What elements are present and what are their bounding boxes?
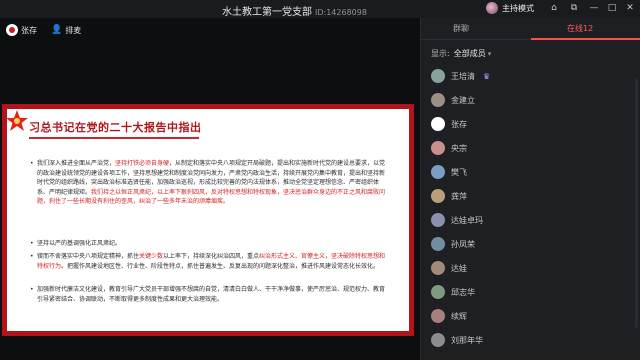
member-panel: 群聊 在线12 显示: 全部成员 ▾ 王培清 ♛ 金建立张存央宗樊飞龚萍达娃卓玛孙凤荣达…	[420, 18, 640, 360]
slide-paragraph: • 我们深入推进全面从严治党，坚持打铁必须自身硬，从制定和落实中央八项规定开局破题…	[30, 159, 387, 207]
member-item[interactable]: 邱志华	[431, 284, 475, 300]
speaker-item[interactable]: 张存	[6, 24, 37, 36]
active-tab-indicator	[531, 38, 640, 40]
member-name: 续辉	[451, 311, 467, 321]
maximize-icon[interactable]: □	[606, 2, 618, 14]
member-name: 邱志华	[451, 287, 475, 297]
home-icon[interactable]: ⌂	[548, 2, 560, 14]
member-item[interactable]: 续辉	[431, 308, 467, 324]
tab-online[interactable]: 在线12	[567, 23, 593, 34]
member-item[interactable]: 达娃	[431, 260, 467, 276]
filter-value: 全部成员	[453, 49, 486, 58]
paragraph-text: 锲而不舍落实中央八项规定精神，抓住	[37, 253, 140, 260]
member-item[interactable]: 张存	[431, 116, 467, 132]
member-name: 樊飞	[451, 167, 467, 177]
paragraph-text: 。把握作风建设地区性、行业性、阶段性特点，抓住普遍发生、反复出现的问题深化整治，…	[61, 262, 380, 270]
party-emblem-icon	[6, 110, 28, 131]
member-item[interactable]: 樊飞	[431, 164, 467, 180]
user-icon: 👤	[51, 25, 63, 35]
slide-content: 习总书记在党的二十大报告中指出 • 我们深入推进全面从严治党，坚持打铁必须自身硬，…	[6, 109, 409, 331]
avatar	[431, 189, 445, 203]
host-badge-icon: ♛	[483, 71, 491, 81]
member-name: 龚萍	[451, 191, 467, 201]
paragraph-text: 以上率下，持续深化纠治四风，重点	[163, 253, 260, 260]
speaker-name: 张存	[21, 25, 37, 35]
bullet-icon: •	[30, 240, 34, 247]
highlighted-text: 关键少数	[139, 253, 164, 260]
minimize-icon[interactable]: —	[588, 2, 600, 14]
member-item[interactable]: 刘那年华	[431, 332, 483, 348]
host-mode-toggle[interactable]: 主持模式	[486, 2, 534, 14]
restore-icon[interactable]: ⧉	[568, 2, 580, 14]
avatar	[431, 141, 445, 155]
speaker-avatar	[6, 24, 18, 36]
speaker-bar: 张存 👤 排麦	[6, 24, 81, 36]
shared-slide: 习总书记在党的二十大报告中指出 • 我们深入推进全面从严治党，坚持打铁必须自身硬，…	[2, 104, 414, 336]
mic-queue-button[interactable]: 👤 排麦	[51, 25, 81, 36]
chevron-down-icon: ▾	[487, 50, 492, 58]
avatar	[431, 93, 445, 107]
member-item[interactable]: 达娃卓玛	[431, 212, 483, 228]
member-item[interactable]: 金建立	[431, 92, 475, 108]
close-icon[interactable]: ✕	[624, 2, 636, 14]
member-name: 王培清	[451, 71, 475, 81]
avatar	[431, 165, 445, 179]
panel-tabs: 群聊 在线12	[421, 18, 640, 40]
host-mode-label: 主持模式	[502, 3, 534, 13]
avatar	[431, 69, 445, 83]
slide-paragraph: • 加强新时代廉洁文化建设，教育引导广大党员干部增强不想腐的自觉，清清白白做人、干…	[30, 285, 387, 304]
bullet-icon: •	[30, 160, 34, 167]
member-item[interactable]: 王培清 ♛	[431, 68, 490, 84]
slide-paragraph: • 坚持以严的基调强化正风肃纪。	[30, 239, 387, 249]
member-name: 达娃卓玛	[451, 215, 483, 225]
room-name: 水土教工第一党支部	[222, 7, 312, 18]
avatar	[431, 237, 445, 251]
highlighted-text: 坚持打铁必须自身硬	[115, 160, 170, 167]
paragraph-text: 坚持以严的基调强化正风肃纪。	[37, 240, 122, 247]
avatar	[431, 117, 445, 131]
title-bar: 水土教工第一党支部 ID:14268098 主持模式 ⌂ ⧉ — □ ✕	[0, 0, 640, 18]
paragraph-text: 我们深入推进全面从严治党，	[37, 160, 116, 167]
member-item[interactable]: 孙凤荣	[431, 236, 475, 252]
member-name: 张存	[451, 119, 467, 129]
member-item[interactable]: 央宗	[431, 140, 467, 156]
bullet-icon: •	[30, 286, 34, 293]
bullet-icon: •	[30, 253, 34, 260]
avatar	[431, 333, 445, 347]
host-avatar	[486, 2, 498, 14]
mic-queue-label: 排麦	[65, 25, 82, 35]
filter-label: 显示:	[431, 49, 450, 58]
member-name: 金建立	[451, 95, 475, 105]
room-id: ID:14268098	[315, 8, 367, 17]
member-filter[interactable]: 显示: 全部成员 ▾	[431, 48, 491, 59]
member-item[interactable]: 龚萍	[431, 188, 467, 204]
paragraph-text: 加强新时代廉洁文化建设，教育引导广大党员干部增强不想腐的自觉，清清白白做人、干干…	[37, 286, 386, 303]
avatar	[431, 285, 445, 299]
member-name: 达娃	[451, 263, 467, 273]
member-name: 央宗	[451, 143, 467, 153]
avatar	[431, 309, 445, 323]
slide-paragraph: • 锲而不舍落实中央八项规定精神，抓住关键少数以上率下，持续深化纠治四风，重点纠治…	[30, 252, 387, 271]
member-name: 孙凤荣	[451, 239, 475, 249]
member-name: 刘那年华	[451, 335, 483, 345]
avatar	[431, 261, 445, 275]
window-title: 水土教工第一党支部 ID:14268098	[222, 3, 367, 18]
tab-group-chat[interactable]: 群聊	[453, 23, 469, 34]
slide-title: 习总书记在党的二十大报告中指出	[29, 121, 202, 134]
title-underline	[29, 137, 199, 139]
scrollbar[interactable]	[635, 78, 638, 328]
avatar	[431, 213, 445, 227]
video-stage: 张存 👤 排麦 习总书记在党的二十大报告中指出 • 我们深入推进全面从严治党，坚持…	[0, 18, 420, 360]
